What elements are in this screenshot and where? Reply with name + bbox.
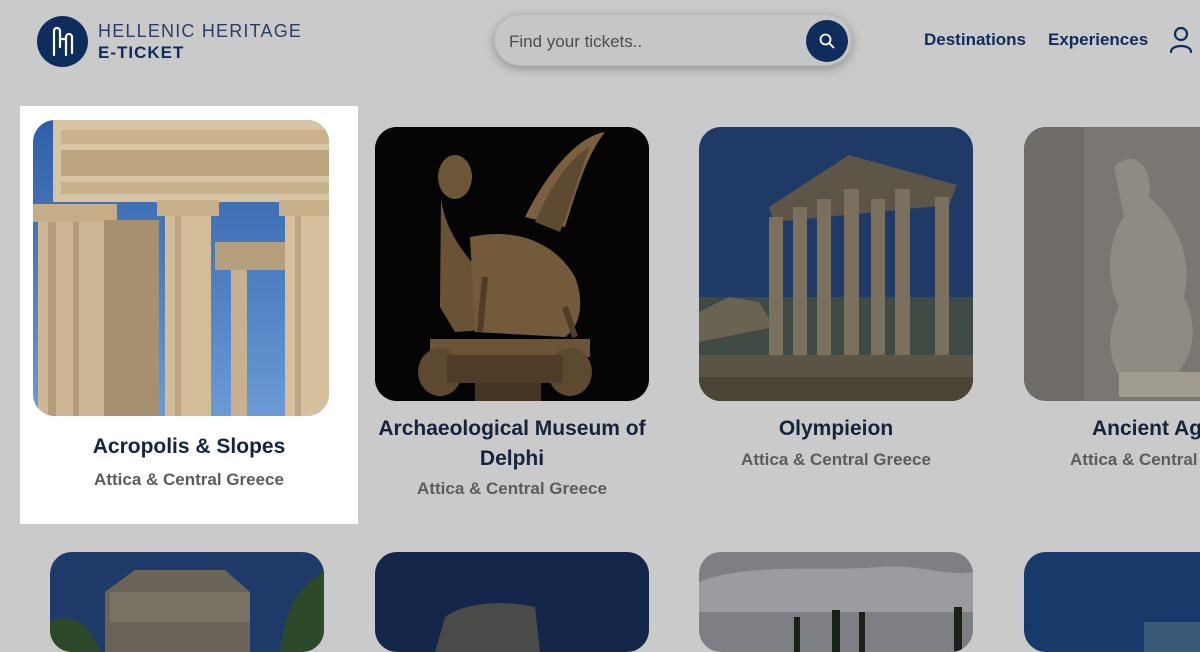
card-subtitle: Attica & Central Greece [417,479,607,498]
card-title: Olympieion [778,417,894,440]
nav-destinations[interactable]: Destinations [924,30,1026,50]
card-subtitle: Attica & Central Greece [94,470,284,489]
card-image-row2-3[interactable] [699,552,973,652]
card-image-row2-4[interactable] [1024,552,1200,652]
brand-subtitle: E-TICKET [98,42,185,62]
card-subtitle: Attica & Central G [1070,450,1200,469]
user-icon[interactable] [1168,26,1194,59]
card-title: Ancient Ago [1092,417,1200,440]
brand-logo[interactable]: HELLENIC HERITAGE E-TICKET [37,16,302,67]
card-title: Archaeological Museum of Delphi [360,414,664,474]
search-icon [819,33,835,49]
search-button[interactable] [806,20,848,62]
card-subtitle: Attica & Central Greece [741,450,931,469]
card-title: Acropolis & Slopes [92,435,286,458]
card-image-row2-2[interactable] [375,552,649,652]
card-image [1024,127,1200,401]
search-input[interactable] [507,27,801,57]
nav-experiences[interactable]: Experiences [1048,30,1148,50]
logo-icon [37,16,88,67]
card-image [375,127,649,401]
card-title-line: Archaeological Museum of [378,417,646,440]
search-bar [494,14,852,66]
brand-name: HELLENIC HERITAGE [98,20,303,41]
card-image [33,120,329,416]
card-image [699,127,973,401]
card-image-row2-1[interactable] [50,552,324,652]
card-title-line: Delphi [479,447,545,470]
